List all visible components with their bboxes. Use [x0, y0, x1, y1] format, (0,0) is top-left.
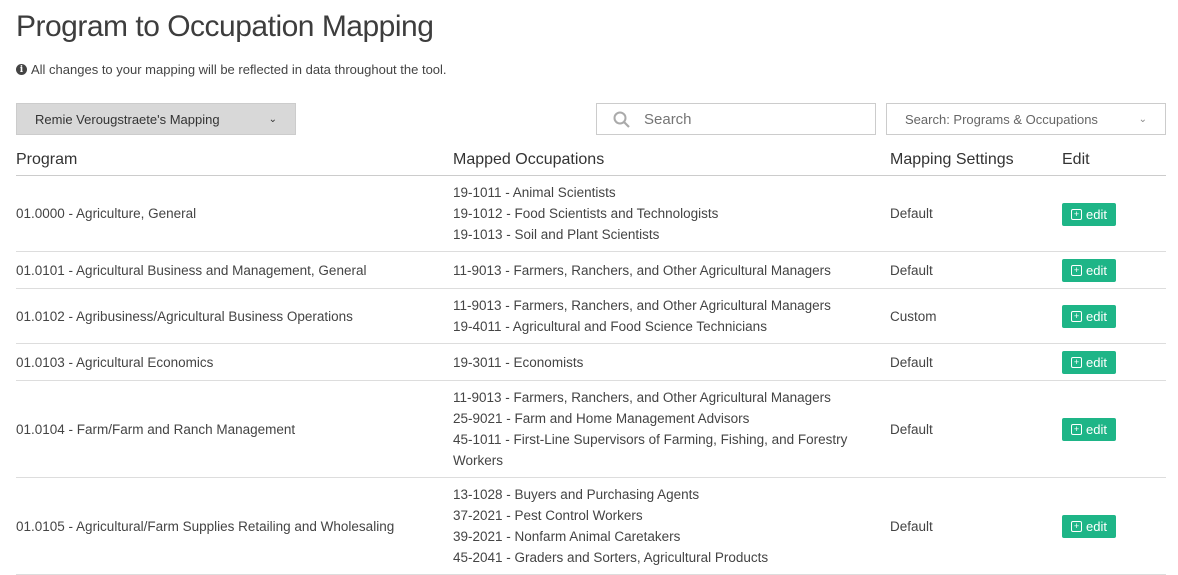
edit-button[interactable]: + edit: [1062, 259, 1116, 282]
plus-square-icon: +: [1071, 311, 1082, 322]
setting-cell: Default: [890, 175, 1062, 252]
plus-square-icon: +: [1071, 521, 1082, 532]
chevron-down-icon: ⌄: [1138, 113, 1147, 125]
info-note: i All changes to your mapping will be re…: [16, 62, 447, 77]
mapping-table: Program Mapped Occupations Mapping Setti…: [16, 146, 1166, 575]
edit-button[interactable]: + edit: [1062, 202, 1116, 226]
info-icon: i: [16, 64, 27, 75]
edit-cell: + edit: [1062, 343, 1166, 381]
edit-cell: + edit: [1062, 477, 1166, 575]
plus-square-icon: +: [1071, 208, 1082, 220]
occupation-item: 45-2041 - Graders and Sorters, Agricultu…: [453, 550, 769, 565]
occupations-cell: 19-1011 - Animal Scientists 19-1012 - Foo…: [453, 175, 890, 252]
chevron-down-icon: ⌄: [268, 113, 277, 125]
program-cell: 01.0103 - Agricultural Economics: [16, 343, 453, 381]
program-cell: 01.0000 - Agriculture, General: [16, 175, 453, 252]
search-box[interactable]: [596, 103, 876, 135]
edit-label: edit: [1086, 206, 1107, 222]
setting-cell: Default: [890, 343, 1062, 381]
edit-button[interactable]: + edit: [1062, 305, 1116, 328]
edit-button[interactable]: + edit: [1062, 418, 1116, 441]
occupation-item: 11-9013 - Farmers, Ranchers, and Other A…: [453, 390, 831, 405]
table-row: 01.0105 - Agricultural/Farm Supplies Ret…: [16, 477, 1166, 575]
occupation-item: 39-2021 - Nonfarm Animal Caretakers: [453, 529, 681, 544]
column-header-edit: Edit: [1062, 146, 1166, 176]
table-row: 01.0102 - Agribusiness/Agricultural Busi…: [16, 288, 1166, 344]
info-text: All changes to your mapping will be refl…: [31, 62, 447, 77]
page-title: Program to Occupation Mapping: [16, 10, 434, 43]
setting-cell: Custom: [890, 288, 1062, 344]
occupations-cell: 19-3011 - Economists: [453, 343, 890, 381]
column-header-occupations: Mapped Occupations: [453, 146, 890, 176]
edit-label: edit: [1086, 309, 1107, 324]
setting-cell: Default: [890, 477, 1062, 575]
edit-button[interactable]: + edit: [1062, 351, 1116, 374]
occupation-item: 13-1028 - Buyers and Purchasing Agents: [453, 487, 700, 502]
occupation-item: 25-9021 - Farm and Home Management Advis…: [453, 411, 750, 426]
edit-cell: + edit: [1062, 288, 1166, 344]
table-row: 01.0104 - Farm/Farm and Ranch Management…: [16, 380, 1166, 478]
setting-cell: Default: [890, 251, 1062, 289]
edit-cell: + edit: [1062, 251, 1166, 289]
occupations-cell: 11-9013 - Farmers, Ranchers, and Other A…: [453, 288, 890, 344]
edit-label: edit: [1086, 519, 1107, 534]
column-header-program: Program: [16, 146, 453, 176]
search-input[interactable]: [642, 109, 846, 129]
table-row: 01.0101 - Agricultural Business and Mana…: [16, 251, 1166, 289]
occupation-item: 19-4011 - Agricultural and Food Science …: [453, 319, 767, 334]
edit-cell: + edit: [1062, 175, 1166, 252]
occupations-cell: 13-1028 - Buyers and Purchasing Agents 37…: [453, 477, 890, 575]
occupation-item: 37-2021 - Pest Control Workers: [453, 508, 643, 523]
program-cell: 01.0104 - Farm/Farm and Ranch Management: [16, 380, 453, 478]
occupation-item: 19-1012 - Food Scientists and Technologi…: [453, 206, 719, 221]
edit-label: edit: [1086, 263, 1107, 278]
occupation-item: 45-1011 - First-Line Supervisors of Farm…: [453, 432, 848, 468]
search-icon: [613, 111, 630, 128]
edit-label: edit: [1086, 355, 1107, 370]
plus-square-icon: +: [1071, 357, 1082, 368]
search-scope-select[interactable]: Search: Programs & Occupations ⌄: [886, 103, 1166, 135]
occupation-item: 11-9013 - Farmers, Ranchers, and Other A…: [453, 298, 831, 313]
edit-button[interactable]: + edit: [1062, 515, 1116, 538]
occupation-item: 19-3011 - Economists: [453, 354, 584, 370]
occupation-item: 11-9013 - Farmers, Ranchers, and Other A…: [453, 262, 831, 278]
mapping-select-value: Remie Verougstraete's Mapping: [35, 111, 220, 127]
edit-cell: + edit: [1062, 380, 1166, 478]
plus-square-icon: +: [1071, 424, 1082, 435]
occupation-item: 19-1011 - Animal Scientists: [453, 185, 616, 200]
setting-cell: Default: [890, 380, 1062, 478]
program-cell: 01.0101 - Agricultural Business and Mana…: [16, 251, 453, 289]
program-cell: 01.0102 - Agribusiness/Agricultural Busi…: [16, 288, 453, 344]
occupations-cell: 11-9013 - Farmers, Ranchers, and Other A…: [453, 251, 890, 289]
table-row: 01.0103 - Agricultural Economics 19-3011…: [16, 343, 1166, 381]
program-cell: 01.0105 - Agricultural/Farm Supplies Ret…: [16, 477, 453, 575]
plus-square-icon: +: [1071, 265, 1082, 276]
table-row: 01.0000 - Agriculture, General 19-1011 -…: [16, 175, 1166, 252]
search-scope-value: Search: Programs & Occupations: [905, 111, 1098, 127]
edit-label: edit: [1086, 422, 1107, 437]
occupation-item: 19-1013 - Soil and Plant Scientists: [453, 227, 660, 242]
mapping-select[interactable]: Remie Verougstraete's Mapping ⌄: [16, 103, 296, 135]
occupations-cell: 11-9013 - Farmers, Ranchers, and Other A…: [453, 380, 890, 478]
column-header-settings: Mapping Settings: [890, 146, 1062, 176]
